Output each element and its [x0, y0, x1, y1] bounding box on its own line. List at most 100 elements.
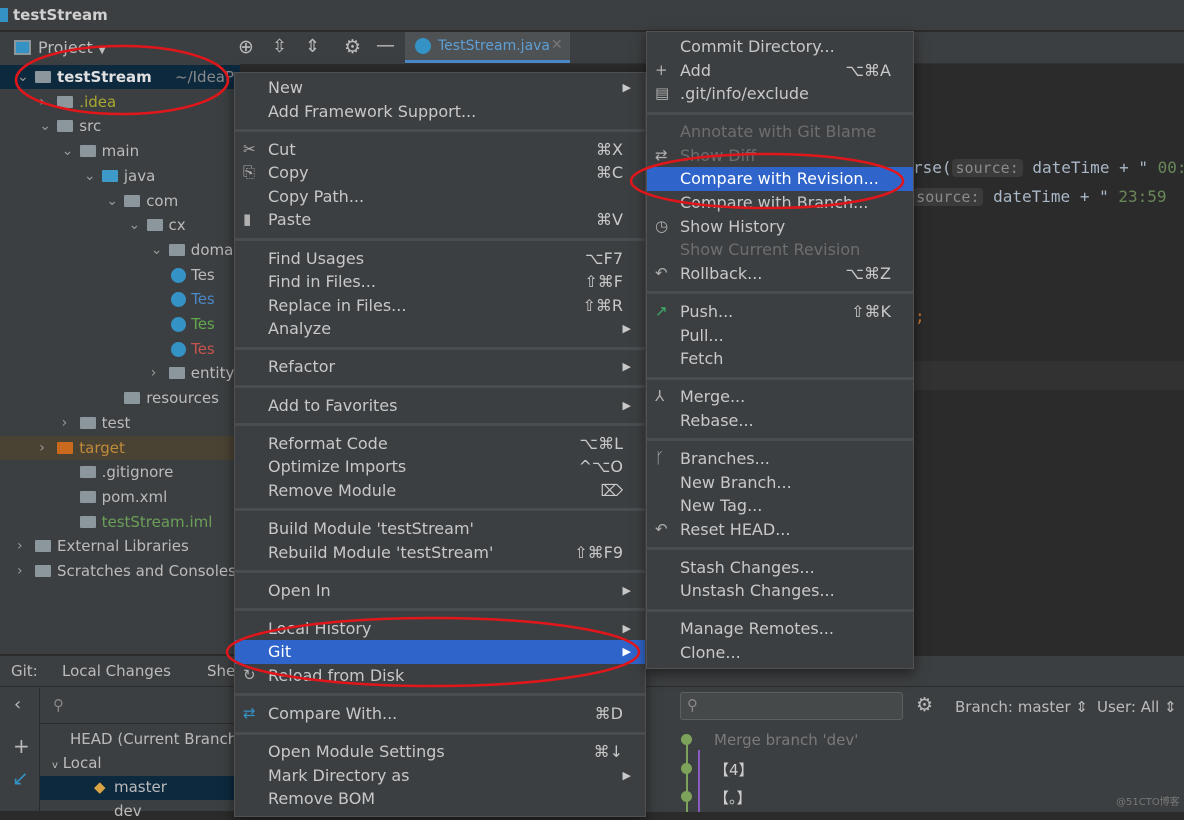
checkout-icon[interactable]: ↙ [12, 766, 29, 790]
menu-item-manage-remotes[interactable]: Manage Remotes... [647, 617, 913, 641]
tree-item-external-libraries[interactable]: › External Libraries [0, 534, 240, 558]
menu-item-replace-in-files[interactable]: Replace in Files... ⇧⌘R [235, 294, 645, 318]
menu-item-stash-changes[interactable]: Stash Changes... [647, 556, 913, 580]
chevron-right-icon[interactable]: › [17, 534, 23, 558]
branch-master-row[interactable]: ◆ master [40, 776, 240, 800]
code-editor[interactable]: rse(source: dateTime + " 00: e(source: d… [893, 64, 1184, 654]
tree-item-test[interactable]: › test [0, 411, 240, 435]
collapse-all-icon[interactable]: ⇕ [305, 36, 320, 57]
chevron-down-icon[interactable]: ⌄ [39, 114, 51, 138]
tree-item-resources[interactable]: resources [0, 386, 240, 410]
commit-row[interactable]: 【。】 [714, 787, 752, 808]
tab-local-changes[interactable]: Local Changes [62, 662, 171, 680]
search-icon[interactable]: ⚲ [53, 696, 64, 714]
tab-shelf[interactable]: She [207, 662, 235, 680]
menu-item-compare-with-revision[interactable]: Compare with Revision... [647, 167, 913, 192]
chevron-right-icon[interactable]: › [62, 411, 68, 435]
menu-item-merge[interactable]: ⅄ Merge... [647, 385, 913, 409]
locate-icon[interactable]: ⊕ [238, 36, 254, 58]
commit-row[interactable]: 【4】 [714, 759, 754, 780]
close-icon[interactable]: ✕ [551, 37, 563, 53]
menu-item-pull[interactable]: Pull... [647, 324, 913, 348]
menu-item-local-history[interactable]: Local History ▶ [235, 617, 645, 641]
chevron-down-icon[interactable]: ⌄ [106, 189, 118, 213]
menu-item-build-module-teststream[interactable]: Build Module 'testStream' [235, 517, 645, 541]
tree-item-scratches-and-consoles[interactable]: › Scratches and Consoles [0, 559, 240, 583]
branch-group-local[interactable]: v Local [52, 754, 102, 772]
menu-item-commit-directory[interactable]: Commit Directory... [647, 35, 913, 59]
menu-item-rollback[interactable]: ↶ Rollback... ⌥⌘Z [647, 262, 913, 286]
menu-item-add-framework-support[interactable]: Add Framework Support... [235, 100, 645, 124]
menu-item-push[interactable]: ↗ Push... ⇧⌘K [647, 300, 913, 324]
menu-item-analyze[interactable]: Analyze ▶ [235, 317, 645, 341]
menu-item-cut[interactable]: ✂ Cut ⌘X [235, 138, 645, 162]
menu-item-clone[interactable]: Clone... [647, 641, 913, 665]
add-icon[interactable]: + [13, 734, 30, 758]
chevron-right-icon[interactable]: › [151, 361, 157, 385]
gear-icon[interactable]: ⚙ [344, 36, 361, 58]
menu-item-add-to-favorites[interactable]: Add to Favorites ▶ [235, 394, 645, 418]
tree-item-com[interactable]: ⌄ com [0, 189, 240, 213]
chevron-down-icon[interactable]: ⌄ [62, 139, 74, 163]
menu-item-copy[interactable]: ⎘ Copy ⌘C [235, 161, 645, 185]
tree-item-tes[interactable]: Tes [0, 287, 240, 311]
menu-item-refactor[interactable]: Refactor ▶ [235, 355, 645, 379]
menu-item-copy-path[interactable]: Copy Path... [235, 185, 645, 209]
menu-item-open-in[interactable]: Open In ▶ [235, 579, 645, 603]
menu-item-new-tag[interactable]: New Tag... [647, 494, 913, 518]
menu-item-rebuild-module-teststream[interactable]: Rebuild Module 'testStream' ⇧⌘F9 [235, 541, 645, 565]
tree-item-tes[interactable]: Tes [0, 263, 240, 287]
menu-item-compare-with-branch[interactable]: Compare with Branch... [647, 191, 913, 215]
chevron-down-icon[interactable]: ⌄ [129, 213, 141, 237]
tree-item-doma[interactable]: ⌄ doma [0, 238, 240, 262]
branch-filter[interactable]: Branch: master ⇕ [955, 698, 1088, 716]
chevron-down-icon[interactable]: ⌄ [84, 164, 96, 188]
expand-all-icon[interactable]: ⇳ [272, 36, 287, 57]
chevron-left-icon[interactable]: ‹ [14, 694, 21, 715]
menu-item-find-usages[interactable]: Find Usages ⌥F7 [235, 247, 645, 271]
menu-item-remove-bom[interactable]: Remove BOM [235, 787, 645, 811]
tree-item-teststream[interactable]: ⌄ testStream ~/IdeaPro [0, 65, 249, 89]
tree-item-cx[interactable]: ⌄ cx [0, 213, 240, 237]
tree-item-teststream-iml[interactable]: testStream.iml [0, 510, 240, 534]
minimize-icon[interactable]: — [376, 34, 395, 56]
tree-item-idea[interactable]: › .idea [0, 90, 240, 114]
tree-item-target[interactable]: › target [0, 435, 240, 460]
menu-item-reformat-code[interactable]: Reformat Code ⌥⌘L [235, 432, 645, 456]
tree-item-src[interactable]: ⌄ src [0, 114, 240, 138]
gear-icon[interactable]: ⚙ [916, 694, 933, 716]
menu-item-paste[interactable]: ▮ Paste ⌘V [235, 208, 645, 232]
chevron-right-icon[interactable]: › [39, 436, 45, 460]
branch-dev[interactable]: dev [114, 802, 142, 820]
chevron-down-icon[interactable]: ⌄ [151, 238, 163, 262]
tree-item-tes[interactable]: Tes [0, 337, 240, 361]
menu-item-open-module-settings[interactable]: Open Module Settings ⌘↓ [235, 740, 645, 764]
menu-item-new-branch[interactable]: New Branch... [647, 471, 913, 495]
menu-item-rebase[interactable]: Rebase... [647, 409, 913, 433]
menu-item-unstash-changes[interactable]: Unstash Changes... [647, 579, 913, 603]
menu-item-reload-from-disk[interactable]: ↻ Reload from Disk [235, 664, 645, 688]
tree-item-main[interactable]: ⌄ main [0, 139, 240, 163]
menu-item-git-info-exclude[interactable]: ▤ .git/info/exclude [647, 82, 913, 106]
menu-item-fetch[interactable]: Fetch [647, 347, 913, 371]
tree-item-gitignore[interactable]: .gitignore [0, 460, 240, 484]
log-search-input[interactable]: ⚲ [680, 692, 903, 720]
branch-head[interactable]: HEAD (Current Branch) [70, 730, 243, 748]
tree-item-tes[interactable]: Tes [0, 312, 240, 336]
menu-item-add[interactable]: + Add ⌥⌘A [647, 59, 913, 83]
menu-item-find-in-files[interactable]: Find in Files... ⇧⌘F [235, 270, 645, 294]
menu-item-remove-module[interactable]: Remove Module ⌦ [235, 479, 645, 503]
chevron-down-icon[interactable]: ⌄ [17, 65, 29, 89]
menu-item-branches[interactable]: ᚴ Branches... [647, 447, 913, 471]
tree-item-pom-xml[interactable]: pom.xml [0, 485, 240, 509]
project-view-selector[interactable]: Project ▼ [38, 38, 106, 57]
menu-item-new[interactable]: New ▶ [235, 76, 645, 100]
menu-item-optimize-imports[interactable]: Optimize Imports ^⌥O [235, 455, 645, 479]
chevron-right-icon[interactable]: › [17, 559, 23, 583]
tree-item-java[interactable]: ⌄ java [0, 164, 240, 188]
menu-item-git[interactable]: Git ▶ [235, 640, 645, 664]
menu-item-show-history[interactable]: ◷ Show History [647, 215, 913, 239]
menu-item-mark-directory-as[interactable]: Mark Directory as ▶ [235, 764, 645, 788]
menu-item-compare-with[interactable]: ⇄ Compare With... ⌘D [235, 702, 645, 726]
menu-item-reset-head[interactable]: ↶ Reset HEAD... [647, 518, 913, 542]
